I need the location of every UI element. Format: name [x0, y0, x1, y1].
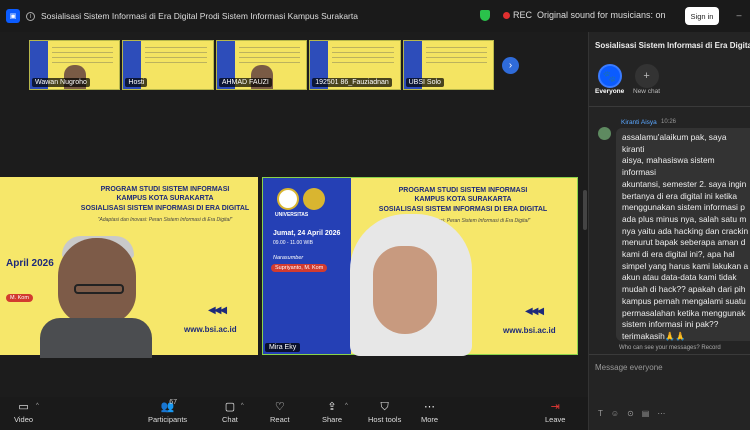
participant-thumbnail[interactable]: Hosti	[122, 40, 214, 90]
recording-label[interactable]: REC	[513, 10, 532, 20]
slide-speaker-pill: M. Kom	[6, 294, 33, 302]
message-time: 10:26	[661, 119, 677, 125]
next-page-arrow-icon[interactable]: ›	[502, 57, 519, 74]
participant-name: UBSI Solo	[405, 78, 444, 87]
meeting-title: Sosialisasi Sistem Informasi di Era Digi…	[41, 11, 358, 21]
participant-name: AHMAD FAUZI	[218, 78, 272, 87]
react-label: React	[270, 415, 290, 424]
host-tools-label: Host tools	[368, 415, 402, 424]
zoom-meeting-window: ▣ i Sosialisasi Sistem Informasi di Era …	[0, 0, 750, 430]
message-input[interactable]: Message everyone	[595, 363, 663, 372]
divider	[589, 106, 750, 107]
chevron-up-icon[interactable]: ^	[345, 403, 348, 409]
shield-icon: ⛉	[380, 401, 389, 413]
participant-name: 192501 86_Fauziadnan	[312, 78, 392, 87]
message-privacy-notice[interactable]: Who can see your messages? Record	[619, 345, 721, 351]
share-button[interactable]: ⇪ Share ^	[322, 399, 348, 424]
video-button[interactable]: ▭ Video ^	[14, 399, 39, 424]
message-sender[interactable]: Kiranti Aisya	[621, 119, 657, 126]
everyone-label: Everyone	[595, 88, 625, 95]
university-logo-icon	[277, 188, 299, 210]
slide-program-title: PROGRAM STUDI SISTEM INFORMASI	[398, 187, 528, 194]
zoom-logo-icon: ▣	[6, 9, 20, 23]
slide-program-title: PROGRAM STUDI SISTEM INFORMASI	[100, 186, 230, 193]
file-icon[interactable]: ▤	[642, 409, 650, 418]
participant-name: Hosti	[125, 78, 148, 87]
info-icon[interactable]: i	[26, 11, 35, 21]
chevron-up-icon[interactable]: ^	[241, 403, 244, 409]
leave-icon: ⇥	[550, 401, 560, 413]
slide-time: 09.00 - 11.00 WIB	[273, 240, 313, 246]
meeting-toolbar: ▭ Video ^ 👥 Participants 67 ▢ Chat ^ ♡ R…	[0, 397, 588, 430]
new-chat-label: New chat	[633, 88, 661, 95]
slide-subtitle: "Adaptasi dan Inovasi: Peran Sistem Info…	[97, 217, 233, 223]
emoji-icon[interactable]: ☺	[611, 409, 619, 418]
participant-thumbnail[interactable]: 192501 86_Fauziadnan	[309, 40, 401, 90]
slide-speaker-pill: Supriyanto, M. Kom	[271, 264, 328, 272]
leave-button[interactable]: ⇥ Leave	[545, 399, 565, 424]
group-icon: 🐾	[597, 64, 622, 88]
slide-campus: KAMPUS KOTA SURAKARTA	[116, 195, 214, 202]
chat-composer[interactable]: Message everyone T ☺ ⊙ ▤ ⋯	[589, 354, 750, 430]
slide-date: Jumat, 24 April 2026	[273, 230, 341, 237]
slide-arrows-icon: ◀◀◀	[525, 306, 544, 317]
chat-label: Chat	[222, 415, 238, 424]
share-label: Share	[322, 415, 343, 424]
participant-name: Wawan Nugroho	[32, 78, 90, 87]
participant-thumbnail[interactable]: Wawan Nugroho	[29, 40, 121, 90]
slide-narasumber: Narasumber	[273, 255, 304, 261]
more-button[interactable]: ⋯ More	[421, 399, 438, 424]
composer-toolbar: T ☺ ⊙ ▤ ⋯	[598, 409, 665, 418]
chevron-up-icon[interactable]: ^	[36, 403, 39, 409]
slide-url: www.bsi.ac.id	[503, 326, 556, 335]
host-tools-button[interactable]: ⛉ Host tools	[368, 399, 401, 424]
presenter-body	[40, 318, 152, 358]
slide-event-title: SOSIALISASI SISTEM INFORMASI DI ERA DIGI…	[378, 206, 548, 213]
slide-date: April 2026	[6, 258, 54, 269]
more-icon[interactable]: ⋯	[657, 409, 665, 418]
sign-in-button[interactable]: Sign in	[685, 7, 719, 25]
new-chat-button[interactable]: + New chat	[633, 64, 660, 95]
share-screen-icon: ⇪	[327, 401, 337, 413]
more-label: More	[421, 415, 439, 424]
leave-label: Leave	[545, 415, 566, 424]
minimize-icon[interactable]: –	[734, 10, 744, 20]
text-format-icon[interactable]: T	[598, 409, 603, 418]
more-icon: ⋯	[424, 401, 436, 413]
participant-thumbnail[interactable]: UBSI Solo	[402, 40, 495, 90]
camera-icon: ▭	[18, 401, 29, 413]
slide-university-label: UNIVERSITAS	[275, 212, 309, 218]
chat-everyone-tab[interactable]: 🐾 Everyone	[595, 64, 624, 95]
gallery-scrollbar[interactable]	[583, 190, 587, 230]
title-bar: ▣ i Sosialisasi Sistem Informasi di Era …	[0, 0, 750, 32]
participants-label: Participants	[148, 415, 188, 424]
participant-thumbnail[interactable]: AHMAD FAUZI	[215, 40, 308, 90]
participant-face	[373, 246, 437, 334]
slide-event-title: SOSIALISASI SISTEM INFORMASI DI ERA DIGI…	[80, 205, 250, 212]
campus-emblem-icon	[303, 188, 325, 210]
slide-campus: KAMPUS KOTA SURAKARTA	[414, 196, 512, 203]
chat-panel: Sosialisasi Sistem Informasi di Era Digi…	[588, 32, 750, 430]
chat-icon: ▢	[224, 401, 236, 413]
slide-url: www.bsi.ac.id	[184, 325, 237, 334]
presenter-face	[58, 238, 136, 324]
participant-thumbnail-strip: Wawan Nugroho Hosti AHMAD FAUZI 192501 8…	[29, 40, 495, 90]
react-button[interactable]: ♡ React	[270, 399, 290, 424]
chat-button[interactable]: ▢ Chat ^	[222, 399, 244, 424]
plus-icon: +	[634, 64, 659, 88]
avatar[interactable]	[598, 127, 611, 140]
chat-message[interactable]: assalamu'alaikum pak, saya kiranti aisya…	[616, 128, 750, 341]
heart-icon: ♡	[274, 401, 285, 413]
slide-arrows-icon: ◀◀◀	[208, 305, 227, 316]
participants-button[interactable]: 👥 Participants 67	[148, 399, 187, 424]
participant-name: Mira Eky	[265, 343, 301, 352]
chat-header: Sosialisasi Sistem Informasi di Era Digi…	[595, 41, 750, 50]
presenter-glasses	[74, 284, 124, 294]
video-label: Video	[14, 415, 34, 424]
screenshot-icon[interactable]: ⊙	[627, 409, 634, 418]
encryption-shield-icon[interactable]	[480, 10, 490, 21]
participants-count: 67	[169, 399, 177, 406]
recording-dot-icon	[503, 12, 510, 19]
original-sound-status[interactable]: Original sound for musicians: on	[537, 10, 666, 20]
